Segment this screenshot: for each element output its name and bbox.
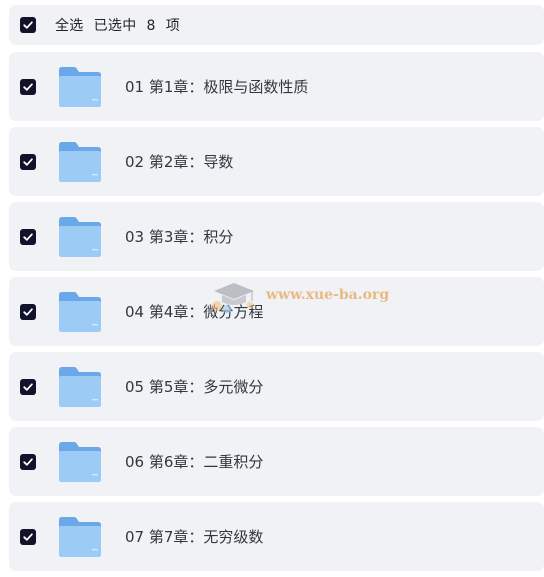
checkmark-icon [23,457,33,466]
file-name[interactable]: 06 第6章：二重积分 [125,451,263,472]
folder-icon [59,66,101,107]
file-row[interactable]: 01 第1章：极限与函数性质 [9,52,544,121]
select-all-status: 全选 已选中 8 项 [55,15,180,35]
selected-prefix: 已选中 [93,18,137,34]
folder-icon [59,141,101,182]
file-list: 01 第1章：极限与函数性质 02 第2章：导数 03 第3章：积分 04 第4… [9,52,544,577]
row-checkbox[interactable] [20,528,36,545]
checkmark-icon [23,21,33,29]
checkmark-icon [23,382,33,391]
row-checkbox[interactable] [20,453,36,470]
row-checkbox[interactable] [20,153,36,170]
selected-suffix: 项 [165,18,181,34]
select-all-label[interactable]: 全选 [55,18,84,34]
row-checkbox[interactable] [20,378,36,395]
folder-icon [59,216,101,257]
file-row[interactable]: 05 第5章：多元微分 [9,352,544,421]
selected-count: 8 [146,18,156,34]
file-name[interactable]: 03 第3章：积分 [125,226,233,247]
folder-icon [59,516,101,557]
file-row[interactable]: 04 第4章：微分方程 [9,277,544,346]
file-name[interactable]: 01 第1章：极限与函数性质 [125,76,308,97]
file-name[interactable]: 07 第7章：无穷级数 [125,526,263,547]
row-checkbox[interactable] [20,78,36,95]
checkmark-icon [23,157,33,166]
checkmark-icon [23,532,33,541]
checkmark-icon [23,232,33,241]
checkmark-icon [23,307,33,316]
folder-icon [59,291,101,332]
file-name[interactable]: 02 第2章：导数 [125,151,233,172]
row-checkbox[interactable] [20,303,36,320]
row-checkbox[interactable] [20,228,36,245]
select-all-checkbox[interactable] [20,17,36,33]
checkmark-icon [23,82,33,91]
file-name[interactable]: 04 第4章：微分方程 [125,301,263,322]
file-row[interactable]: 03 第3章：积分 [9,202,544,271]
folder-icon [59,366,101,407]
file-row[interactable]: 06 第6章：二重积分 [9,427,544,496]
file-name[interactable]: 05 第5章：多元微分 [125,376,263,397]
select-all-bar[interactable]: 全选 已选中 8 项 [9,5,544,45]
folder-icon [59,441,101,482]
file-row[interactable]: 07 第7章：无穷级数 [9,502,544,571]
file-row[interactable]: 02 第2章：导数 [9,127,544,196]
